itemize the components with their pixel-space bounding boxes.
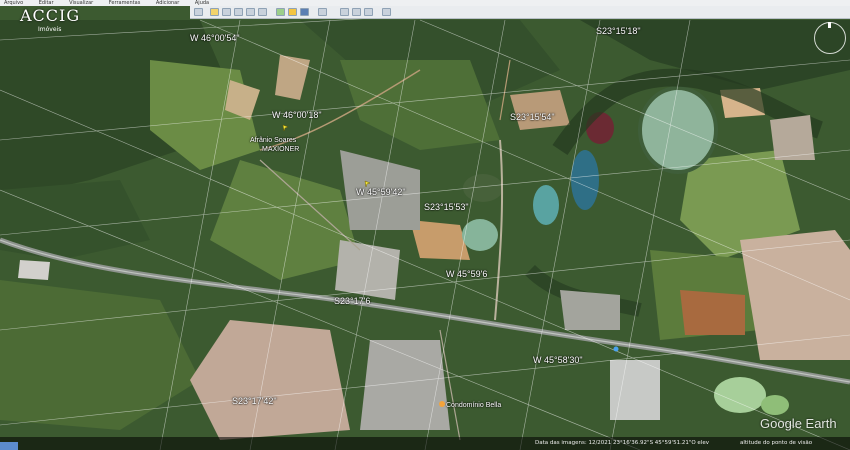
place-label-maxion: MAXIONER — [262, 146, 300, 153]
pushpin-icon[interactable] — [282, 124, 290, 132]
print-icon[interactable] — [352, 8, 361, 16]
menu-add[interactable]: Adicionar — [156, 0, 179, 6]
compass-icon[interactable] — [814, 22, 846, 54]
sun-icon[interactable] — [288, 8, 297, 16]
menu-tools[interactable]: Ferramentas — [109, 0, 141, 6]
email-icon[interactable] — [340, 8, 349, 16]
planets-icon[interactable] — [300, 8, 309, 16]
status-strip — [0, 437, 850, 450]
lon-label-46-00-18: W 46°00'18" — [272, 110, 322, 120]
location-pin-icon[interactable] — [612, 345, 620, 353]
lat-label-23-17-42: S23°17'42" — [232, 396, 277, 406]
hide-sidebar-icon[interactable] — [194, 8, 203, 16]
lat-label-23-15-53: S23°15'53" — [424, 202, 469, 212]
satellite-map[interactable] — [0, 0, 850, 450]
polygon-icon[interactable] — [222, 8, 231, 16]
location-pin-icon[interactable] — [438, 400, 446, 408]
lat-label-23-17-6: S23°17'6 — [334, 296, 371, 306]
altitude-readout: altitude do ponto de visão — [740, 440, 813, 446]
lat-label-23-15-54: S23°15'54" — [510, 112, 555, 122]
toolbar — [190, 6, 850, 19]
tour-icon[interactable] — [258, 8, 267, 16]
place-label-afranio: Afrânio Soares — [250, 137, 297, 144]
lon-label-46-00-54: W 46°00'54" — [190, 33, 240, 43]
historical-imagery-icon[interactable] — [276, 8, 285, 16]
save-image-icon[interactable] — [364, 8, 373, 16]
ruler-icon[interactable] — [318, 8, 327, 16]
lon-label-45-58-30: W 45°58'30" — [533, 355, 583, 365]
lat-label-23-15-18: S23°15'18" — [596, 26, 641, 36]
google-maps-icon[interactable] — [382, 8, 391, 16]
accig-logo: ACCIG — [20, 6, 81, 25]
start-button[interactable] — [0, 442, 18, 450]
path-icon[interactable] — [234, 8, 243, 16]
image-overlay-icon[interactable] — [246, 8, 255, 16]
imagery-attribution: Data das imagens: 12/2021 23°16'36.92"S … — [535, 440, 709, 446]
place-label-condominio: Condomínio Bella — [446, 402, 502, 409]
accig-logo-subtitle: Imóveis — [38, 26, 62, 33]
placemark-icon[interactable] — [210, 8, 219, 16]
lon-label-45-59-42: W 45°59'42" — [356, 187, 406, 197]
pushpin-icon[interactable] — [364, 180, 372, 188]
google-earth-logo: Google Earth — [760, 416, 837, 431]
lon-label-45-59-6: W 45°59'6 — [446, 269, 488, 279]
google-earth-window: Arquivo Editar Visualizar Ferramentas Ad… — [0, 0, 850, 450]
